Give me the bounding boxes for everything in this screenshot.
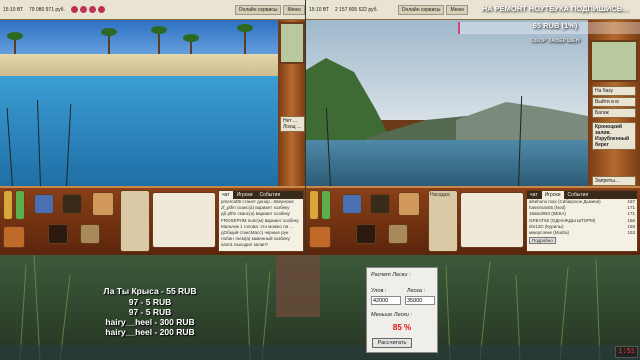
catch-label: Улов : [371, 288, 387, 294]
less-line-label: Меньше Лески : [371, 312, 412, 318]
bucket-slot[interactable] [309, 226, 331, 248]
details-button[interactable]: Подробно [529, 237, 556, 245]
palm-tree [101, 28, 117, 54]
donation-goal-amount: 65 RUB (1%) [532, 21, 578, 30]
donation-entry: 97 - 5 RUB [128, 297, 172, 307]
right-bag-button[interactable]: Багаж [592, 108, 636, 118]
rod-gear-slot[interactable]: Насадка [428, 190, 458, 252]
player-score: 153 [627, 230, 635, 236]
left-bottom-panel: чат Игроки События pmerca09 станет донор… [0, 186, 305, 255]
tackle-box-slot[interactable] [34, 194, 54, 214]
toolbar-icon[interactable] [70, 6, 78, 13]
right-money: 2 157 805 622 руб. [334, 6, 378, 13]
donation-entry: Ла Ты Крыса - 55 RUB [103, 286, 197, 296]
donation-entry: 97 - 5 RUB [128, 307, 172, 317]
calculator-title: Расчет Лески : [371, 272, 411, 278]
donation-goal-banner: НА РЕМОНТ НОУТБУКА ПОДПИШИСЬ... 65 RUB (… [470, 4, 640, 44]
tab-players[interactable]: Игроки [234, 191, 256, 199]
reel-equipment-grid[interactable] [152, 192, 216, 248]
left-sea [0, 76, 278, 186]
tab-players[interactable]: Игроки [541, 191, 564, 199]
bucket-slot[interactable] [3, 226, 25, 248]
journal-slot[interactable] [398, 192, 420, 216]
energy-bar [15, 190, 25, 220]
left-minimap[interactable] [279, 22, 305, 64]
left-side-text: Нет ... Лохщ ... [280, 116, 305, 132]
location-name: Кроноцкий залив. Изрубленный берег [592, 122, 636, 150]
stream-clock: 1:51 [615, 346, 638, 358]
palm-tree [7, 32, 23, 54]
donation-goal-title: НА РЕМОНТ НОУТБУКА ПОДПИШИСЬ... [481, 4, 629, 13]
donation-progress-fill [458, 22, 460, 34]
bait-jar-slot[interactable] [370, 194, 390, 214]
donation-entry: hairy__heel - 300 RUB [105, 317, 195, 327]
pot-slot[interactable] [48, 224, 68, 244]
left-online-services-button[interactable]: Онлайн сервисы [234, 4, 282, 15]
right-online-services-button[interactable]: Онлайн сервисы [397, 4, 445, 15]
right-menu-button[interactable]: Меню [446, 4, 468, 15]
player-row[interactable]: мжерслеке (Mudra) 153 [527, 230, 637, 236]
right-base-button[interactable]: На базу [592, 86, 636, 96]
calculate-button[interactable]: Рассчитать [372, 338, 412, 348]
energy-bar [321, 190, 331, 220]
fish-keeper-slot[interactable] [309, 190, 319, 220]
tab-events[interactable]: События [565, 191, 592, 199]
right-players-panel: чат Игроки События alsehuns max (Сибирск… [526, 190, 638, 252]
left-menu-button[interactable]: Меню [283, 4, 305, 15]
left-toolbar-icons[interactable] [70, 6, 105, 13]
palm-tree [183, 34, 199, 54]
pot-slot[interactable] [356, 224, 376, 244]
donation-goal-status: СБОР ЗАВЕРШЕН [530, 38, 580, 44]
reel-equipment-grid[interactable] [460, 192, 524, 248]
left-game-window: 15:10 ВТ 79 080 971 руб. Онлайн сервисы … [0, 0, 305, 255]
catch-input[interactable] [371, 296, 401, 305]
left-chat-panel: чат Игроки События pmerca09 станет донор… [218, 190, 304, 252]
line-input[interactable] [405, 296, 435, 305]
toolbar-icon[interactable] [79, 6, 87, 13]
right-sea [306, 140, 588, 186]
percent-result: 85 % [392, 323, 412, 332]
player-name: мжерслеке (Mudra) [529, 230, 570, 236]
donation-entry: hairy__heel - 200 RUB [105, 327, 195, 337]
line-calculator-window: Расчет Лески : Улов : Леска : Меньше Лес… [366, 267, 438, 353]
right-exit-button[interactable]: Выйти в м [592, 97, 636, 107]
tab-chat[interactable]: чат [219, 191, 233, 199]
chat-line: sami1 выходил залип? [221, 242, 269, 248]
bait-jar-slot[interactable] [62, 194, 82, 214]
tab-events[interactable]: События [257, 191, 284, 199]
left-top-bar: 15:10 ВТ 79 080 971 руб. Онлайн сервисы … [0, 0, 305, 20]
rod-gear-slot[interactable] [120, 190, 150, 252]
line-label: Леска : [407, 288, 426, 294]
tab-chat[interactable]: чат [527, 191, 541, 199]
bait-label: Насадка [430, 192, 450, 198]
palm-tree [237, 24, 253, 54]
net-slot[interactable] [388, 224, 408, 244]
toolbar-icon[interactable] [88, 6, 96, 13]
forbidden-button[interactable]: Запреты... [592, 176, 636, 186]
palm-tree [151, 26, 167, 54]
right-game-time: 15:10 ВТ [309, 6, 329, 13]
chat-line: FROSEPHM пояс(м) вариант хозбеку [221, 217, 299, 223]
left-game-time: 15:10 ВТ [3, 6, 23, 13]
right-minimap[interactable] [590, 40, 638, 82]
journal-slot[interactable] [92, 192, 114, 216]
tackle-box-slot[interactable] [342, 194, 362, 214]
left-money: 79 080 971 руб. [28, 6, 65, 13]
net-slot[interactable] [80, 224, 100, 244]
water-surface [0, 345, 640, 360]
fish-keeper-slot[interactable] [3, 190, 13, 220]
toolbar-icon[interactable] [97, 6, 105, 13]
right-bottom-panel: Насадка чат Игроки События alsehuns max … [306, 186, 640, 255]
left-beach [0, 54, 278, 76]
